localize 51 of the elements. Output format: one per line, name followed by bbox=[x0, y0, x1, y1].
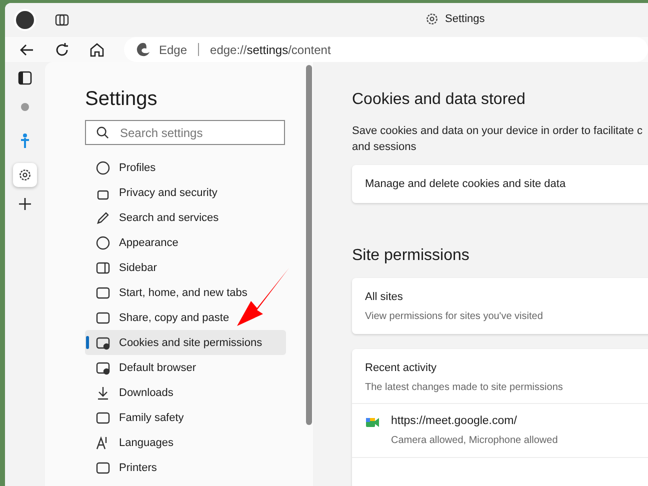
nav-item[interactable]: Default browser bbox=[85, 355, 286, 380]
nav-item[interactable]: Downloads bbox=[85, 380, 286, 405]
description-text: Save cookies and data on your device in order to facilitate c bbox=[352, 124, 644, 139]
settings-icon bbox=[425, 12, 439, 26]
nav-item[interactable]: Privacy and security bbox=[85, 180, 286, 205]
video-camera-icon bbox=[366, 417, 379, 428]
workspaces-icon[interactable] bbox=[54, 12, 70, 28]
settings-card[interactable]: Manage and delete cookies and site data bbox=[352, 165, 648, 203]
activity-row[interactable]: https://meet.google.com/ Camera allowed, Microphone allowed bbox=[352, 404, 648, 458]
card-subtitle: View permissions for sites you've visited bbox=[365, 311, 544, 322]
window-title: Settings bbox=[445, 13, 485, 25]
edge-logo-icon bbox=[136, 42, 151, 57]
nav-item[interactable]: Cookies and site permissions bbox=[85, 330, 286, 355]
nav-item[interactable]: Sidebar bbox=[85, 255, 286, 280]
download-icon bbox=[96, 386, 110, 400]
settings-icon bbox=[18, 168, 32, 182]
pencil-icon bbox=[96, 210, 110, 224]
nav-item[interactable]: Printers bbox=[85, 455, 286, 480]
sidebar-icon bbox=[96, 260, 110, 274]
add-icon[interactable] bbox=[18, 197, 32, 211]
nav-item[interactable]: Languages bbox=[85, 430, 286, 455]
section-heading: Cookies and data stored bbox=[352, 90, 526, 110]
site-url: https://meet.google.com/ bbox=[391, 415, 518, 427]
back-icon[interactable] bbox=[19, 42, 35, 58]
nav-item[interactable]: Start, home, and new tabs bbox=[85, 280, 286, 305]
settings-heading: Settings bbox=[85, 88, 158, 110]
figure-icon bbox=[20, 133, 30, 149]
scrollbar[interactable] bbox=[306, 65, 312, 425]
page-icon bbox=[21, 103, 29, 111]
settings-card[interactable]: All sites View permissions for sites you've visited bbox=[352, 278, 648, 334]
description-text: and sessions bbox=[352, 140, 418, 155]
nav-item[interactable]: Search and services bbox=[85, 205, 286, 230]
search-icon bbox=[96, 126, 109, 139]
card-title: All sites bbox=[365, 291, 404, 303]
nav-item[interactable]: Profiles bbox=[85, 155, 286, 180]
avatar-icon[interactable] bbox=[14, 9, 36, 31]
section-heading: Site permissions bbox=[352, 246, 470, 266]
nav-item[interactable]: Share, copy and paste bbox=[85, 305, 286, 330]
nav-item[interactable]: Family safety bbox=[85, 405, 286, 430]
card-subtitle: The latest changes made to site permissions bbox=[365, 382, 564, 393]
tab-actions-icon[interactable] bbox=[18, 71, 32, 85]
refresh-icon[interactable] bbox=[54, 42, 70, 58]
vertical-tab[interactable] bbox=[13, 163, 37, 187]
card-title: Recent activity bbox=[365, 362, 438, 374]
address-bar[interactable]: Edge edge://settings/content bbox=[124, 37, 648, 62]
permission-detail: Camera allowed, Microphone allowed bbox=[391, 435, 558, 446]
url-text: edge://settings/content bbox=[210, 42, 331, 56]
nav-item[interactable]: Appearance bbox=[85, 230, 286, 255]
site-label: Edge bbox=[159, 42, 188, 56]
search-field[interactable]: Search settings bbox=[85, 120, 285, 145]
home-icon[interactable] bbox=[89, 42, 105, 58]
